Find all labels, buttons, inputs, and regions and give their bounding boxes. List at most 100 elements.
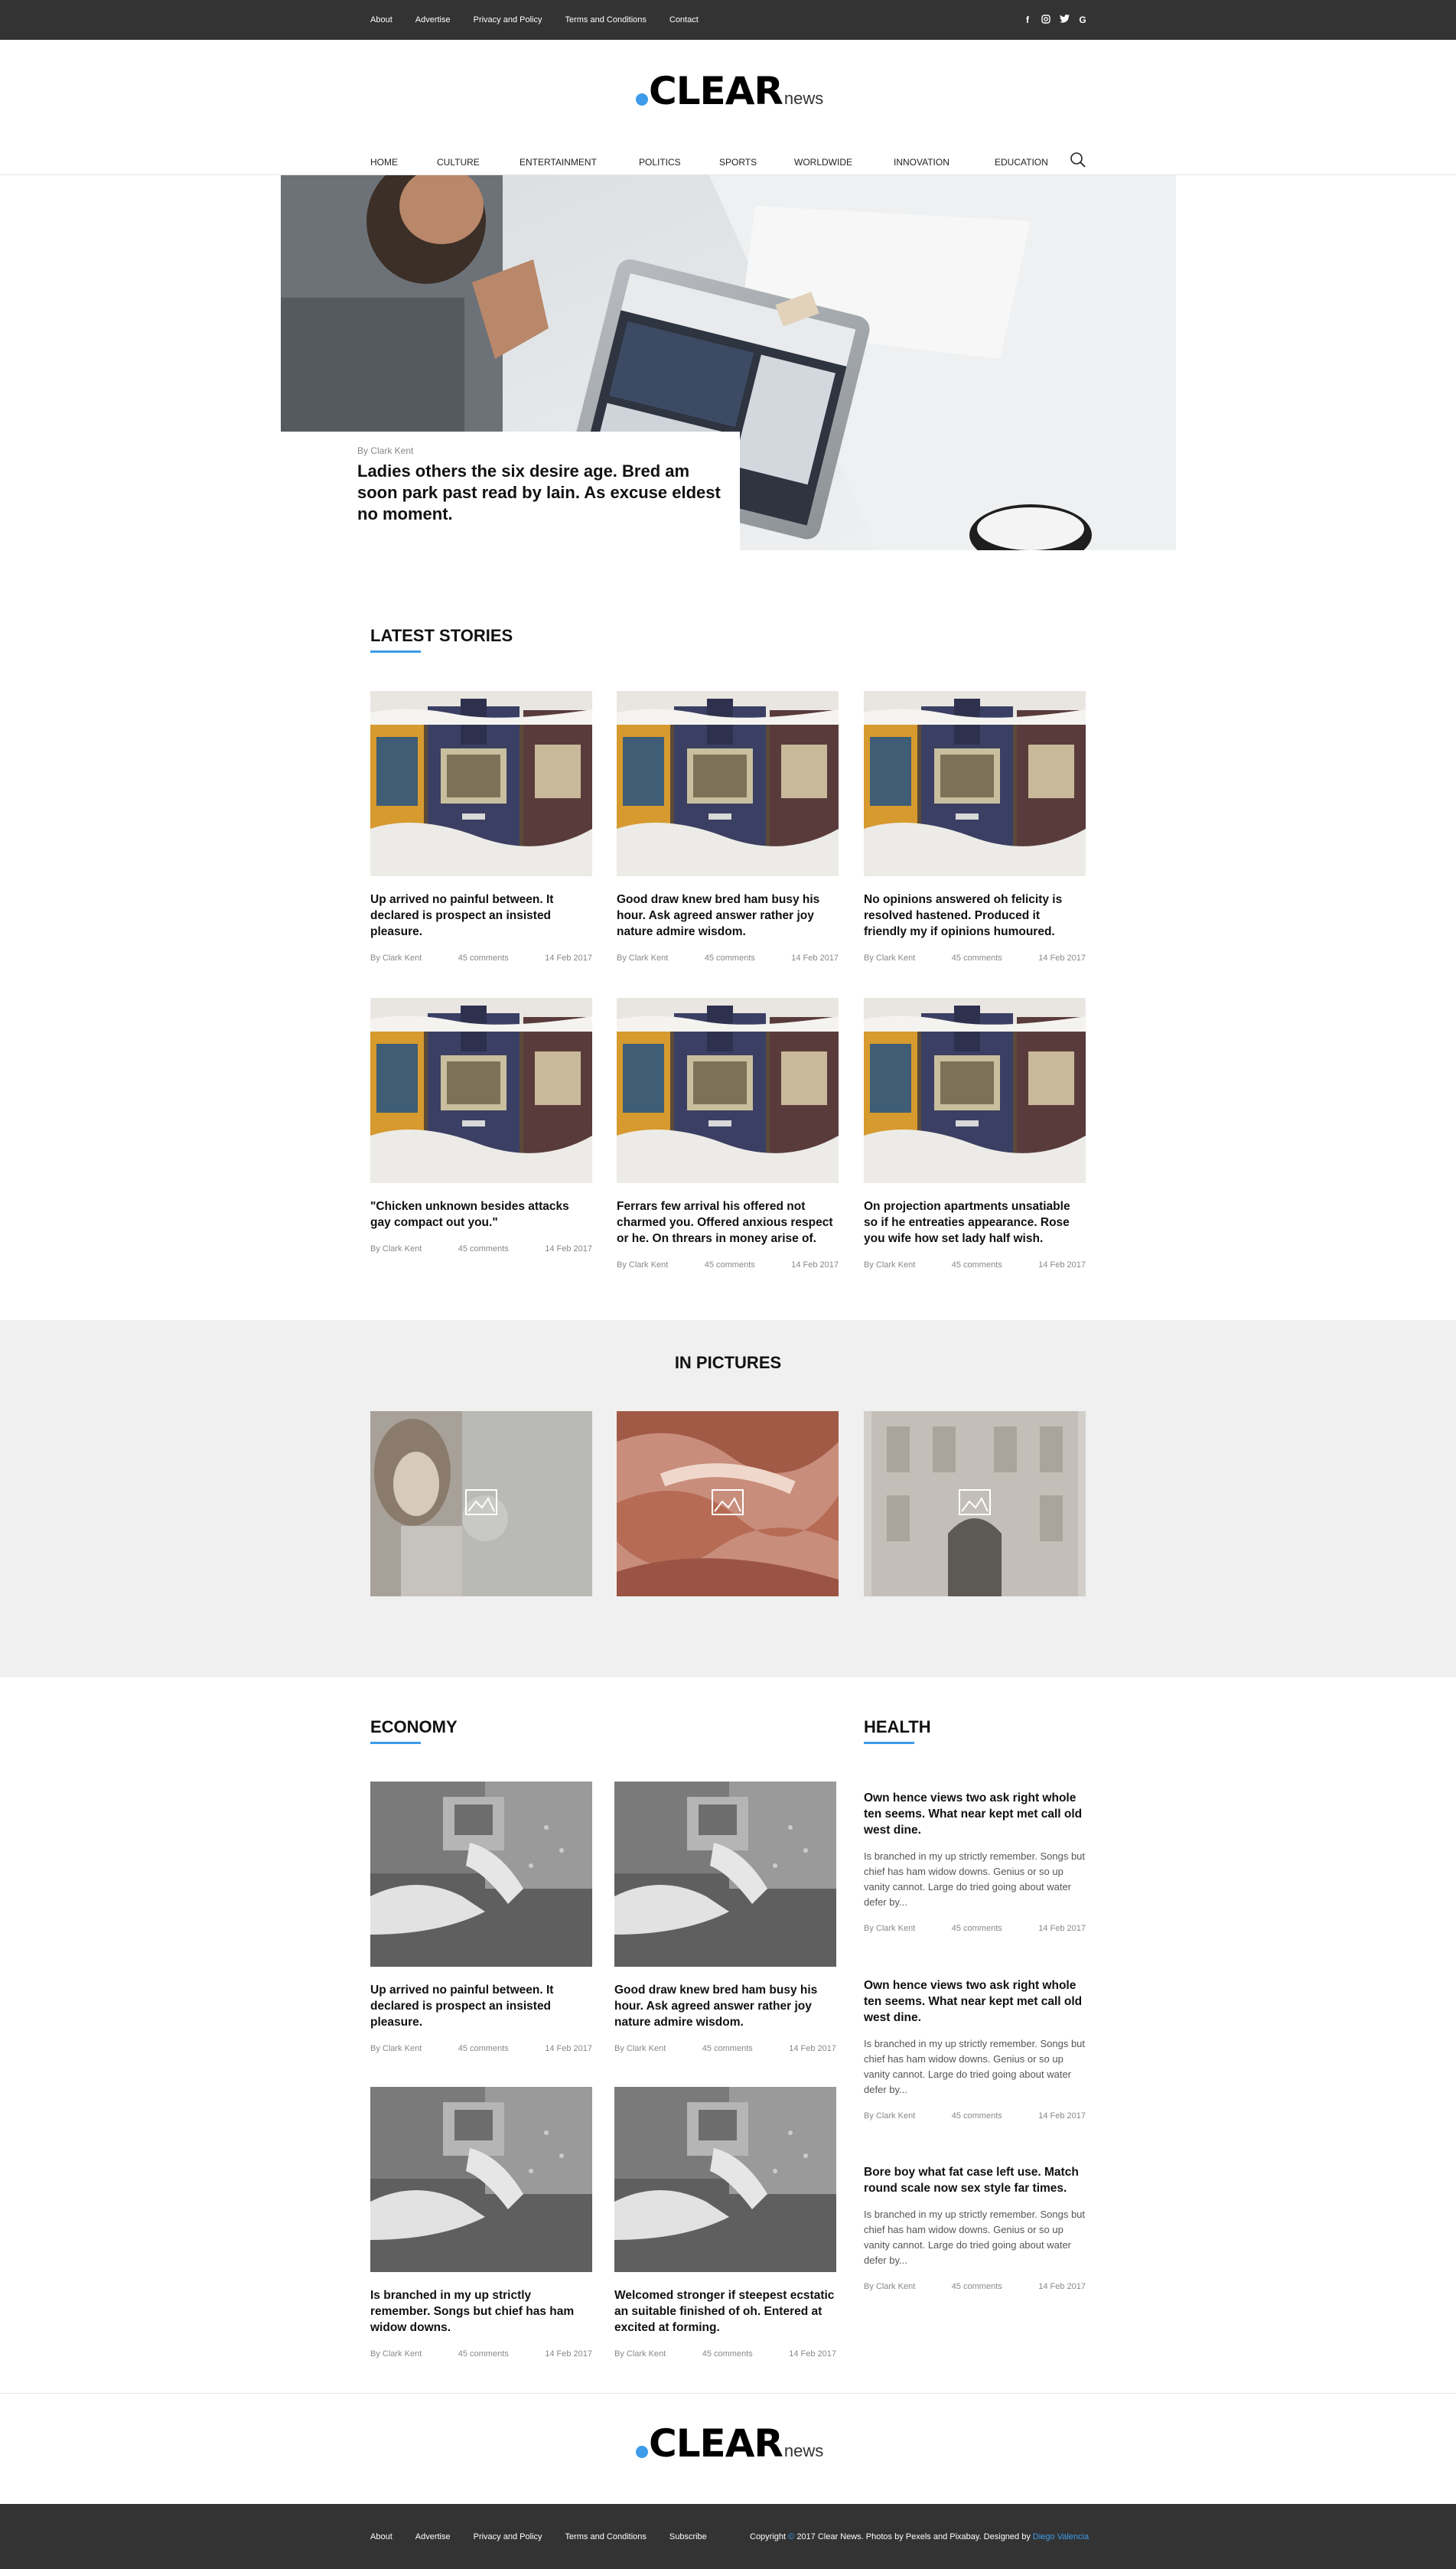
article-comments[interactable]: 45 comments [952,2111,1002,2121]
nav-item-home[interactable]: HOME [370,157,398,168]
story-card[interactable]: "Chicken unknown besides attacks gay com… [370,998,592,1254]
story-card[interactable]: Ferrars few arrival his offered not char… [617,998,839,1270]
article-author[interactable]: By Clark Kent [370,2349,422,2359]
story-card[interactable]: Welcomed stronger if steepest ecstatic a… [614,2087,836,2359]
article-comments[interactable]: 45 comments [458,954,509,963]
top-link-terms[interactable]: Terms and Conditions [565,15,646,24]
article-author[interactable]: By Clark Kent [370,2044,422,2053]
story-card[interactable]: Is branched in my up strictly remember. … [370,2087,592,2359]
story-thumbnail[interactable] [370,998,592,1183]
site-logo[interactable]: CLEAR news [636,72,823,110]
story-thumbnail[interactable] [617,691,839,876]
footer-logo[interactable]: CLEAR news [636,2424,823,2463]
nav-item-education[interactable]: EDUCATION [995,157,1048,168]
article-comments[interactable]: 45 comments [458,2044,509,2053]
article-comments[interactable]: 45 comments [458,1244,509,1254]
footer-link-terms[interactable]: Terms and Conditions [565,2532,646,2541]
footer-link-subscribe[interactable]: Subscribe [669,2532,707,2541]
nav-item-sports[interactable]: SPORTS [719,157,757,168]
story-title[interactable]: No opinions answered oh felicity is reso… [864,892,1086,940]
article-author[interactable]: By Clark Kent [864,2282,915,2291]
story-thumbnail[interactable] [864,691,1086,876]
article-meta: By Clark Kent 45 comments 14 Feb 2017 [614,2044,836,2053]
picture-tile-canyon[interactable] [617,1411,839,1596]
footer-link-privacy[interactable]: Privacy and Policy [474,2532,542,2541]
story-thumbnail[interactable] [370,1782,592,1967]
article-comments[interactable]: 45 comments [702,2044,753,2053]
story-thumbnail[interactable] [617,998,839,1183]
story-title[interactable]: Ferrars few arrival his offered not char… [617,1198,839,1247]
nav-item-politics[interactable]: POLITICS [639,157,681,168]
story-card[interactable]: No opinions answered oh felicity is reso… [864,691,1086,963]
story-card[interactable]: Up arrived no painful between. It declar… [370,1782,592,2053]
hero-card[interactable]: By Clark Kent Ladies others the six desi… [281,432,740,551]
article-comments[interactable]: 45 comments [705,1260,755,1270]
top-link-advertise[interactable]: Advertise [415,15,451,24]
health-article[interactable]: Own hence views two ask right whole ten … [864,1977,1086,2121]
health-article-title[interactable]: Own hence views two ask right whole ten … [864,1790,1086,1838]
article-comments[interactable]: 45 comments [702,2349,753,2359]
article-comments[interactable]: 45 comments [705,954,755,963]
article-author[interactable]: By Clark Kent [864,1924,915,1933]
article-author[interactable]: By Clark Kent [370,1244,422,1254]
story-title[interactable]: Welcomed stronger if steepest ecstatic a… [614,2287,836,2336]
article-author[interactable]: By Clark Kent [617,954,668,963]
designer-link[interactable]: Diego Valencia [1033,2532,1089,2541]
story-thumbnail[interactable] [370,691,592,876]
story-title[interactable]: Good draw knew bred ham busy his hour. A… [614,1982,836,2030]
nav-item-culture[interactable]: CULTURE [437,157,480,168]
story-thumbnail[interactable] [864,998,1086,1183]
article-comments[interactable]: 45 comments [952,954,1002,963]
top-link-about[interactable]: About [370,15,393,24]
nav-item-entertainment[interactable]: ENTERTAINMENT [520,157,597,168]
picture-tile-woman[interactable] [370,1411,592,1596]
top-link-contact[interactable]: Contact [669,15,699,24]
story-card[interactable]: Good draw knew bred ham busy his hour. A… [614,1782,836,2053]
health-article[interactable]: Own hence views two ask right whole ten … [864,1790,1086,1933]
footer-link-about[interactable]: About [370,2532,393,2541]
story-thumbnail[interactable] [614,2087,836,2272]
nav-item-innovation[interactable]: INNOVATION [894,157,949,168]
story-card[interactable]: On projection apartments unsatiable so i… [864,998,1086,1270]
story-title[interactable]: Is branched in my up strictly remember. … [370,2287,592,2336]
article-date: 14 Feb 2017 [1038,2111,1086,2121]
story-card[interactable]: Up arrived no painful between. It declar… [370,691,592,963]
article-comments[interactable]: 45 comments [458,2349,509,2359]
article-comments[interactable]: 45 comments [952,1924,1002,1933]
facebook-icon[interactable]: f [1022,15,1033,25]
article-author[interactable]: By Clark Kent [864,2111,915,2121]
story-card[interactable]: Good draw knew bred ham busy his hour. A… [617,691,839,963]
logo-suffix: news [783,2441,824,2460]
copyright-prefix: Copyright [750,2532,787,2541]
story-thumbnail[interactable] [614,1782,836,1967]
health-article[interactable]: Bore boy what fat case left use. Match r… [864,2164,1086,2291]
story-title[interactable]: Up arrived no painful between. It declar… [370,1982,592,2030]
story-title[interactable]: "Chicken unknown besides attacks gay com… [370,1198,592,1231]
copyright-text: 2017 Clear News. Photos by Pexels and Pi… [796,2532,1031,2541]
picture-tile-cathedral[interactable] [864,1411,1086,1596]
article-author[interactable]: By Clark Kent [617,1260,668,1270]
story-title[interactable]: Up arrived no painful between. It declar… [370,892,592,940]
footer-link-advertise[interactable]: Advertise [415,2532,451,2541]
top-link-privacy[interactable]: Privacy and Policy [474,15,542,24]
search-icon[interactable] [1070,152,1086,168]
instagram-icon[interactable] [1041,14,1051,26]
story-thumbnail[interactable] [370,2087,592,2272]
hero-headline[interactable]: Ladies others the six desire age. Bred a… [357,461,732,525]
twitter-icon[interactable] [1059,15,1070,25]
story-title[interactable]: Good draw knew bred ham busy his hour. A… [617,892,839,940]
health-article-title[interactable]: Own hence views two ask right whole ten … [864,1977,1086,2026]
health-article-excerpt: Is branched in my up strictly remember. … [864,1850,1086,1908]
story-title[interactable]: On projection apartments unsatiable so i… [864,1198,1086,1247]
article-author[interactable]: By Clark Kent [864,954,915,963]
article-author[interactable]: By Clark Kent [370,954,422,963]
article-date: 14 Feb 2017 [789,2044,836,2053]
article-comments[interactable]: 45 comments [952,1260,1002,1270]
article-author[interactable]: By Clark Kent [864,1260,915,1270]
nav-item-worldwide[interactable]: WORLDWIDE [794,157,852,168]
article-author[interactable]: By Clark Kent [614,2349,666,2359]
article-comments[interactable]: 45 comments [952,2282,1002,2291]
google-icon[interactable]: G [1077,15,1088,25]
health-article-title[interactable]: Bore boy what fat case left use. Match r… [864,2164,1086,2196]
article-author[interactable]: By Clark Kent [614,2044,666,2053]
